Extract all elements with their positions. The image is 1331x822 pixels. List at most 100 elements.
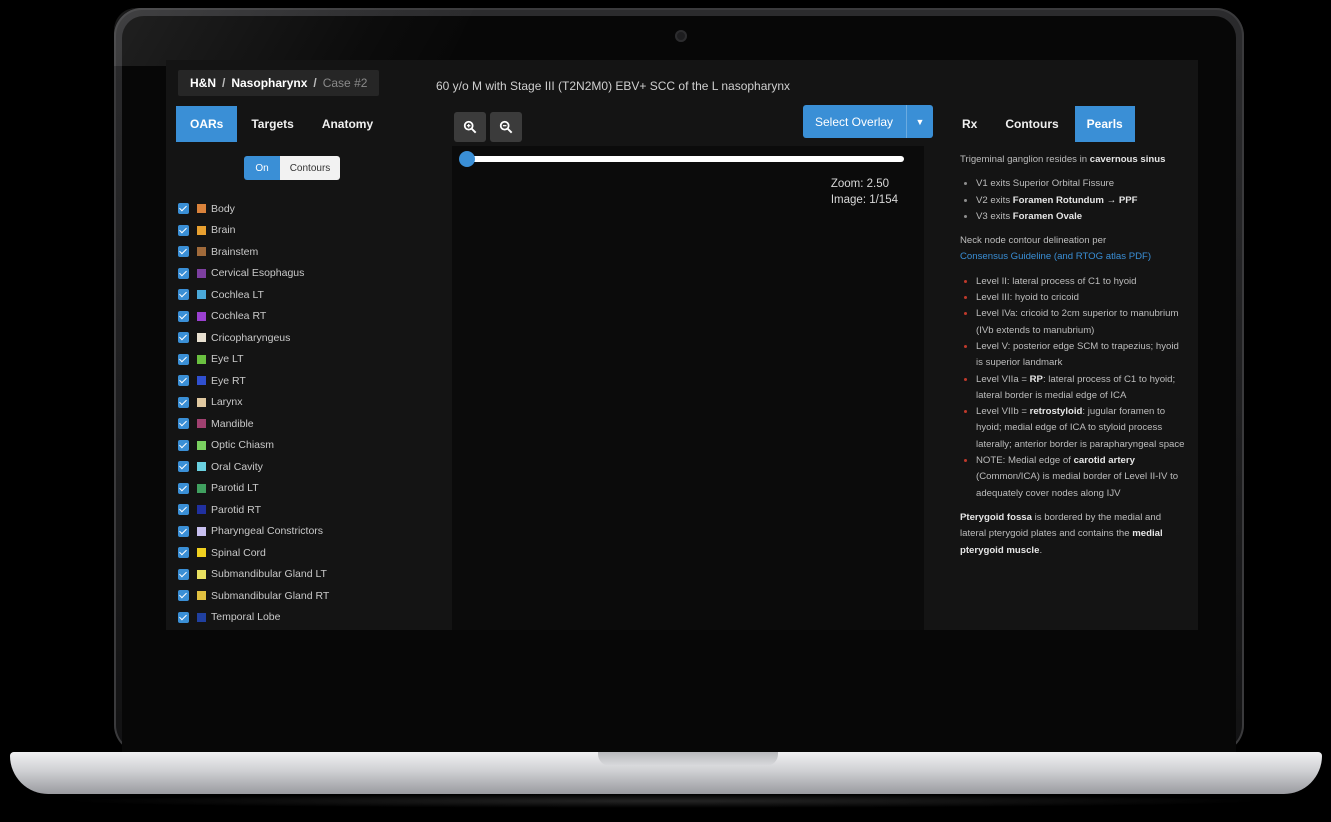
color-swatch — [197, 311, 206, 321]
organ-label: Spinal Cord — [211, 546, 266, 559]
color-swatch — [197, 483, 206, 493]
pearl-text: (Common/ICA) is medial border of Level I… — [976, 471, 1179, 499]
checkbox[interactable] — [178, 267, 189, 279]
organ-item[interactable]: Mandible — [178, 413, 329, 435]
organ-label: Cochlea LT — [211, 288, 264, 301]
trigeminal-list: V1 exits Superior Orbital Fissure V2 exit… — [960, 176, 1188, 225]
checkbox[interactable] — [178, 439, 189, 451]
organ-item[interactable]: Oral Cavity — [178, 456, 329, 478]
checkbox[interactable] — [178, 246, 189, 258]
checkbox[interactable] — [178, 332, 189, 344]
tab-rx[interactable]: Rx — [950, 106, 989, 142]
checkbox[interactable] — [178, 289, 189, 301]
pearl-text: Level VIIb = — [976, 406, 1030, 418]
organ-item[interactable]: Cochlea LT — [178, 284, 329, 306]
organ-item[interactable]: Submandibular Gland RT — [178, 585, 329, 607]
pearl-list-item: V3 exits Foramen Ovale — [976, 209, 1188, 225]
pearl-list-item: Level VIIb = retrostyloid: jugular foram… — [976, 404, 1188, 453]
breadcrumb-subsite[interactable]: Nasopharynx — [231, 76, 307, 90]
checkbox[interactable] — [178, 461, 189, 473]
ct-image-canvas[interactable] — [452, 146, 924, 630]
toggle-on[interactable]: On — [244, 156, 280, 180]
checkbox[interactable] — [178, 590, 189, 602]
pearl-pterygoid: Pterygoid fossa is bordered by the media… — [960, 510, 1188, 559]
organ-item[interactable]: Parotid LT — [178, 478, 329, 500]
color-swatch — [197, 612, 206, 622]
toggle-contours[interactable]: Contours — [280, 156, 340, 180]
organ-item[interactable]: Submandibular Gland LT — [178, 564, 329, 586]
organ-item[interactable]: Eye LT — [178, 349, 329, 371]
color-swatch — [197, 225, 206, 235]
organ-label: Optic Chiasm — [211, 439, 275, 452]
image-slider-track[interactable] — [466, 156, 904, 162]
organ-item[interactable]: Cervical Esophagus — [178, 263, 329, 285]
organ-item[interactable]: Larynx — [178, 392, 329, 414]
organ-label: Cervical Esophagus — [211, 267, 305, 280]
organ-label: Brainstem — [211, 245, 259, 258]
color-swatch — [197, 268, 206, 278]
select-overlay-dropdown[interactable]: Select Overlay ▼ — [803, 105, 933, 138]
checkbox[interactable] — [178, 310, 189, 322]
color-swatch — [197, 505, 206, 515]
checkbox[interactable] — [178, 568, 189, 580]
organ-item[interactable]: Optic Chiasm — [178, 435, 329, 457]
organ-item[interactable]: Spinal Cord — [178, 542, 329, 564]
organ-item[interactable]: Parotid RT — [178, 499, 329, 521]
checkbox[interactable] — [178, 353, 189, 365]
color-swatch — [197, 591, 206, 601]
color-swatch — [197, 526, 206, 536]
checkbox[interactable] — [178, 504, 189, 516]
pearl-trigeminal: Trigeminal ganglion resides in cavernous… — [960, 152, 1188, 168]
checkbox[interactable] — [178, 396, 189, 408]
pearl-text: V2 exits — [976, 194, 1013, 206]
color-swatch — [197, 548, 206, 558]
organ-item[interactable]: Brainstem — [178, 241, 329, 263]
pearl-text: Trigeminal ganglion resides in — [960, 154, 1090, 165]
breadcrumb-site[interactable]: H&N — [190, 76, 216, 90]
zoom-in-button[interactable] — [454, 112, 486, 142]
tab-pearls[interactable]: Pearls — [1074, 106, 1135, 142]
rtog-atlas-link[interactable]: (and RTOG atlas PDF) — [1054, 251, 1151, 262]
image-slider-handle[interactable] — [459, 151, 475, 167]
tab-targets[interactable]: Targets — [237, 106, 307, 142]
color-swatch — [197, 354, 206, 364]
organ-item[interactable]: Eye RT — [178, 370, 329, 392]
pearl-text: V1 exits Superior Orbital Fissure — [976, 178, 1115, 190]
organ-item[interactable]: Pharyngeal Constrictors — [178, 521, 329, 543]
pearl-neck-nodes: Neck node contour delineation per Consens… — [960, 233, 1188, 266]
checkbox[interactable] — [178, 203, 189, 215]
organ-item[interactable]: Brain — [178, 220, 329, 242]
checkbox[interactable] — [178, 525, 189, 537]
checkbox[interactable] — [178, 375, 189, 387]
organ-label: Submandibular Gland LT — [211, 568, 327, 581]
organ-item[interactable]: Cricopharyngeus — [178, 327, 329, 349]
left-tabs: OARs Targets Anatomy — [176, 106, 387, 142]
contours-toggle[interactable]: On Contours — [244, 156, 340, 180]
consensus-guideline-link[interactable]: Consensus Guideline — [960, 251, 1051, 262]
checkbox[interactable] — [178, 418, 189, 430]
pearl-bold: Foramen Rotundum → PPF — [1012, 194, 1138, 206]
organ-item[interactable]: Cochlea RT — [178, 306, 329, 328]
checkbox[interactable] — [178, 547, 189, 559]
color-swatch — [197, 290, 206, 300]
tab-contours[interactable]: Contours — [993, 106, 1070, 142]
tab-anatomy[interactable]: Anatomy — [308, 106, 387, 142]
viewer-info: Zoom: 2.50 Image: 1/154 — [831, 176, 898, 208]
left-panel: OARs Targets Anatomy On Contours Body Bra… — [166, 104, 426, 630]
organ-label: Cochlea RT — [211, 310, 267, 323]
color-swatch — [197, 462, 206, 472]
organ-label: Temporal Lobe — [211, 611, 281, 624]
checkbox[interactable] — [178, 611, 189, 623]
pearl-list-item: V2 exits Foramen Rotundum → PPF — [976, 193, 1188, 209]
select-overlay-label: Select Overlay — [815, 114, 894, 129]
zoom-out-button[interactable] — [490, 112, 522, 142]
breadcrumb: H&N / Nasopharynx / Case #2 — [178, 70, 380, 96]
organ-item[interactable]: Temporal Lobe — [178, 607, 329, 629]
checkbox[interactable] — [178, 482, 189, 494]
neck-levels-list: Level II: lateral process of C1 to hyoid… — [960, 274, 1188, 502]
tab-oars[interactable]: OARs — [176, 106, 238, 142]
zoom-in-icon — [463, 120, 477, 134]
pearl-bold: cavernous sinus — [1089, 154, 1166, 165]
organ-item[interactable]: Body — [178, 198, 329, 220]
checkbox[interactable] — [178, 224, 189, 236]
